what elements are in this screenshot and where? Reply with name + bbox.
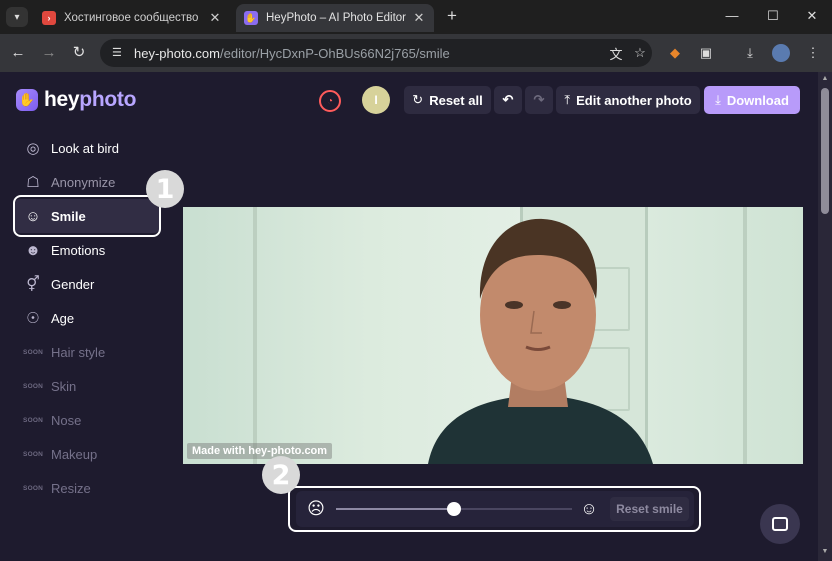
soon-badge: SOON <box>23 450 43 458</box>
step-badge-1: 1 <box>146 170 184 208</box>
chat-support-button[interactable] <box>760 504 800 544</box>
sidebar-item-label: Hair style <box>51 344 106 360</box>
sidebar-item-resize[interactable]: SOON Resize <box>14 471 160 505</box>
profile-avatar[interactable] <box>772 44 790 62</box>
browser-tab-strip: ▾ › Хостинговое сообщество «Tim ✕ ✋ HeyP… <box>0 0 832 34</box>
scroll-up-icon[interactable]: ▲ <box>821 75 829 82</box>
sidebar-item-nose[interactable]: SOON Nose <box>14 403 160 437</box>
sidebar-item-label: Resize <box>51 480 91 496</box>
scroll-down-icon[interactable]: ▼ <box>821 548 829 555</box>
reset-icon: ↻ <box>412 92 424 107</box>
reset-all-button[interactable]: ↻ Reset all <box>404 86 491 114</box>
heyphoto-logo[interactable]: ✋ heyphoto <box>16 88 136 112</box>
heyphoto-icon: ✋ <box>244 11 258 25</box>
reset-all-label: Reset all <box>429 92 483 108</box>
translate-icon[interactable]: 文 <box>604 44 628 63</box>
sidebar-item-label: Look at bird <box>51 140 119 156</box>
tab-title: HeyPhoto – AI Photo Editor On <box>266 12 406 24</box>
upload-icon: ⤒ <box>564 92 571 107</box>
highlight-box-smile <box>13 195 161 237</box>
reload-icon[interactable]: ↻ <box>70 44 88 62</box>
tab-search-button[interactable]: ▾ <box>6 7 28 27</box>
download-button[interactable]: ⤓ Download <box>704 86 800 114</box>
age-icon: ☉ <box>26 310 40 327</box>
soon-badge: SOON <box>23 382 43 390</box>
tab-title: Хостинговое сообщество «Tim <box>64 12 202 24</box>
browser-tab-inactive[interactable]: › Хостинговое сообщество «Tim ✕ <box>34 4 230 32</box>
download-label: Download <box>726 92 789 108</box>
sidebar-item-label: Gender <box>51 276 95 292</box>
edit-another-label: Edit another photo <box>576 92 692 108</box>
emotions-icon: ☻ <box>25 241 41 259</box>
browser-toolbar: ← → ↻ ☰ hey-photo.com/editor/HycDxnP-OhB… <box>0 34 832 72</box>
sidebar-item-label: Nose <box>51 412 82 428</box>
address-bar[interactable]: ☰ hey-photo.com/editor/HycDxnP-OhBUs66N2… <box>100 39 652 67</box>
forward-icon[interactable]: → <box>40 44 58 62</box>
sidebar-item-label: Skin <box>51 378 77 394</box>
sidebar-item-makeup[interactable]: SOON Makeup <box>14 437 160 471</box>
sidebar-item-skin[interactable]: SOON Skin <box>14 369 160 403</box>
watermark-text: Made with hey-photo.com <box>187 443 333 459</box>
downloads-icon[interactable]: ⤓ <box>741 44 759 62</box>
extensions-puzzle-icon[interactable]: ▣ <box>697 44 715 62</box>
edit-another-photo-button[interactable]: ⤒ Edit another photo <box>556 86 700 114</box>
step-badge-2: 2 <box>262 456 300 494</box>
sidebar-item-label: Makeup <box>51 446 98 462</box>
wall-panel <box>743 207 747 464</box>
scroll-thumb[interactable] <box>821 88 829 214</box>
maximize-icon[interactable]: ☐ <box>763 8 783 24</box>
highlight-box-slider <box>288 486 701 532</box>
sidebar-item-look-at-bird[interactable]: ◎ Look at bird <box>14 131 160 165</box>
site-info-icon[interactable]: ☰ <box>112 46 126 60</box>
browser-tab-active[interactable]: ✋ HeyPhoto – AI Photo Editor On ✕ <box>236 4 434 32</box>
url-text[interactable]: hey-photo.com/editor/HycDxnP-OhBUs66N2j7… <box>134 46 604 61</box>
window-close-icon[interactable]: ✕ <box>802 8 822 24</box>
chat-icon <box>772 517 788 531</box>
sidebar-item-hair-style[interactable]: SOON Hair style <box>14 335 160 369</box>
download-icon: ⤓ <box>715 92 721 107</box>
sidebar-item-gender[interactable]: ⚥ Gender <box>14 267 160 301</box>
menu-kebab-icon[interactable]: ⋮ <box>804 44 822 62</box>
fox-extension-icon[interactable]: ◆ <box>666 44 684 62</box>
redo-button[interactable]: ↷ <box>525 86 553 114</box>
sidebar-item-label: Age <box>51 310 75 326</box>
undo-button[interactable]: ↶ <box>494 86 522 114</box>
youtube-like-icon: › <box>42 11 56 25</box>
sidebar-item-label: Emotions <box>51 242 106 258</box>
speedometer-icon[interactable]: ◔ <box>319 90 341 112</box>
mask-icon: ☖ <box>26 174 40 191</box>
soon-badge: SOON <box>23 348 43 356</box>
sidebar-item-label: Anonymize <box>51 174 116 190</box>
sidebar-item-emotions[interactable]: ☻ Emotions <box>14 233 160 267</box>
person-portrait <box>428 218 653 464</box>
close-icon[interactable]: ✕ <box>208 10 222 26</box>
minimize-icon[interactable]: — <box>722 8 742 23</box>
redo-icon: ↷ <box>533 92 545 107</box>
edited-photo[interactable]: Made with hey-photo.com <box>183 207 803 464</box>
sidebar-item-anonymize[interactable]: ☖ Anonymize <box>14 165 160 199</box>
wall-panel <box>253 207 257 464</box>
app-viewport: ✋ heyphoto ◔ I ↻ Reset all ↶ ↷ ⤒ Edit an… <box>0 72 818 561</box>
gender-icon: ⚥ <box>26 276 40 293</box>
logo-wordmark: heyphoto <box>44 88 137 111</box>
soon-badge: SOON <box>23 484 43 492</box>
hand-logo-icon: ✋ <box>16 89 38 111</box>
bookmark-star-icon[interactable]: ☆ <box>628 45 652 61</box>
soon-badge: SOON <box>23 416 43 424</box>
sidebar-item-age[interactable]: ☉ Age <box>14 301 160 335</box>
bird-face-icon: ◎ <box>26 140 40 157</box>
user-avatar[interactable]: I <box>362 86 390 114</box>
undo-icon: ↶ <box>502 92 514 107</box>
page-scrollbar[interactable]: ▲ ▼ <box>818 72 832 561</box>
new-tab-button[interactable]: + <box>442 7 462 27</box>
close-icon[interactable]: ✕ <box>412 10 426 26</box>
back-icon[interactable]: ← <box>9 44 27 62</box>
